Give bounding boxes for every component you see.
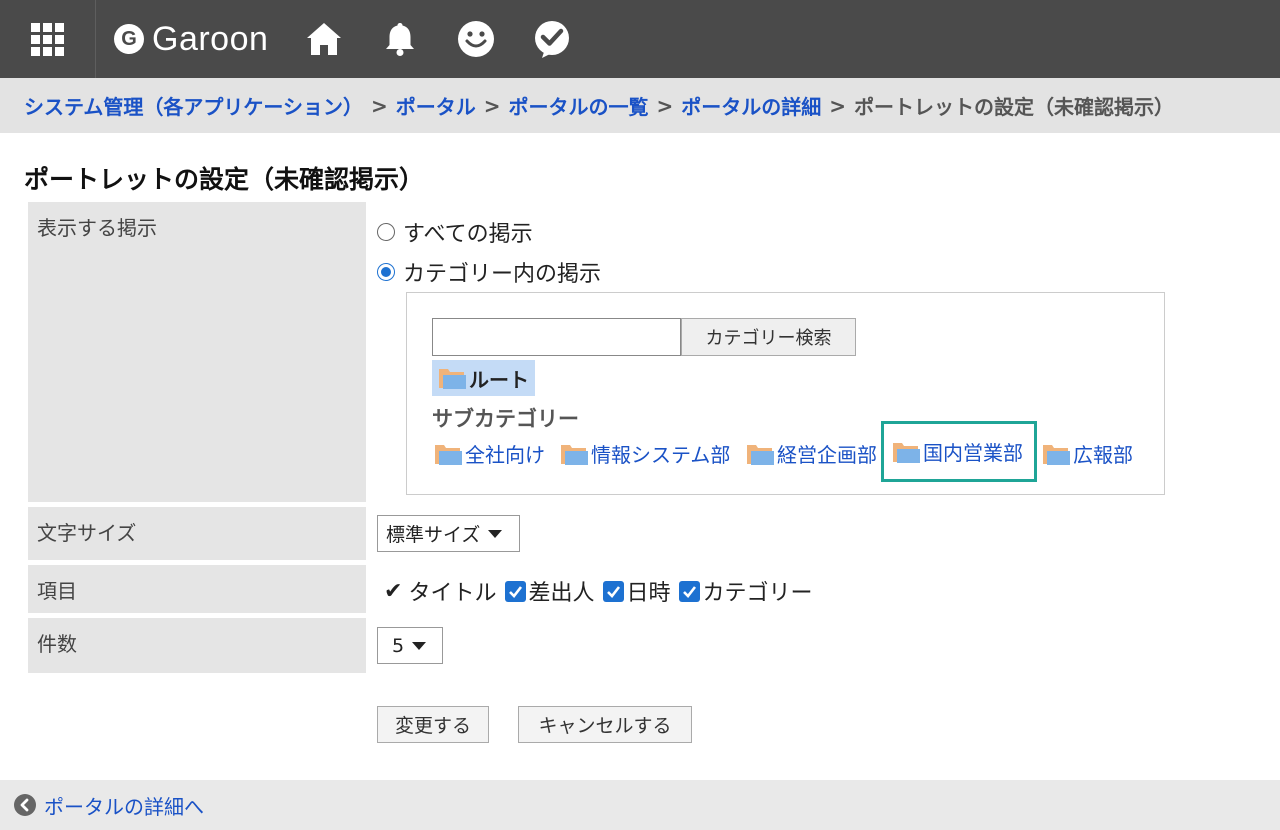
submit-button[interactable]: 変更する xyxy=(377,706,489,743)
app-menu-button[interactable] xyxy=(0,0,96,78)
folder-icon xyxy=(1043,444,1070,465)
folder-icon xyxy=(439,369,466,389)
items-label: 項目 xyxy=(28,565,366,613)
subcategory-label: 広報部 xyxy=(1073,443,1133,467)
footer-bar: ポータルの詳細へ xyxy=(0,780,1280,830)
radio-all-posts-label: すべての掲示 xyxy=(403,222,533,247)
count-value: 5 xyxy=(392,634,405,657)
back-to-portal-detail-link[interactable]: ポータルの詳細へ xyxy=(44,791,204,820)
category-search-input[interactable] xyxy=(432,318,681,356)
breadcrumb-current: ポートレットの設定（未確認掲示） xyxy=(854,95,1175,119)
folder-icon xyxy=(893,442,920,463)
subcategory-label: 情報システム部 xyxy=(591,443,731,467)
smiley-icon[interactable] xyxy=(456,19,496,59)
breadcrumb-system-admin[interactable]: システム管理（各アプリケーション） xyxy=(24,91,363,120)
checkbox-datetime[interactable] xyxy=(603,580,625,602)
logo-text: Garoon xyxy=(152,19,269,58)
font-size-select[interactable]: 標準サイズ xyxy=(377,515,520,552)
count-select[interactable]: 5 xyxy=(377,627,443,664)
breadcrumb-separator: > xyxy=(656,93,674,118)
garoon-logo[interactable]: G Garoon xyxy=(114,20,268,59)
chevron-down-icon xyxy=(488,529,503,538)
font-size-value: 標準サイズ xyxy=(386,524,481,546)
subcategory-label: 全社向け xyxy=(465,443,545,467)
count-label: 件数 xyxy=(28,618,366,673)
fixed-item-title: タイトル xyxy=(408,581,497,606)
subcategory-item[interactable]: 全社向け xyxy=(434,439,545,468)
subcategory-item-highlighted[interactable]: 国内営業部 xyxy=(881,421,1037,482)
breadcrumb-portal-detail[interactable]: ポータルの詳細 xyxy=(681,91,821,120)
app-menu-icon xyxy=(31,22,64,56)
subcategory-item[interactable]: 経営企画部 xyxy=(746,439,877,468)
checkbox-sender-label: 差出人 xyxy=(528,581,595,606)
radio-all-posts-circle[interactable] xyxy=(377,223,395,241)
radio-category-posts-label: カテゴリー内の掲示 xyxy=(403,262,602,287)
folder-icon xyxy=(561,444,588,465)
breadcrumb-portal-list[interactable]: ポータルの一覧 xyxy=(509,91,649,120)
checkbox-sender[interactable] xyxy=(505,580,527,602)
subcategory-title: サブカテゴリー xyxy=(432,407,579,431)
breadcrumb-separator: > xyxy=(483,93,501,118)
radio-all-posts[interactable]: すべての掲示 xyxy=(377,216,533,248)
breadcrumb-portal[interactable]: ポータル xyxy=(396,91,476,120)
check-bubble-icon[interactable] xyxy=(532,19,572,59)
breadcrumb-separator: > xyxy=(371,93,388,118)
breadcrumb-separator: > xyxy=(829,93,847,118)
top-bar: G Garoon xyxy=(0,0,1280,78)
checkbox-category[interactable] xyxy=(679,580,701,602)
root-category-label: ルート xyxy=(469,367,529,392)
page-title: ポートレットの設定（未確認掲示） xyxy=(24,165,425,194)
radio-category-posts[interactable]: カテゴリー内の掲示 xyxy=(377,256,601,288)
font-size-label: 文字サイズ xyxy=(28,507,366,560)
checkbox-datetime-label: 日時 xyxy=(626,581,671,606)
subcategory-label: 経営企画部 xyxy=(777,443,877,467)
root-category[interactable]: ルート xyxy=(432,360,535,396)
display-label: 表示する掲示 xyxy=(28,202,366,502)
bell-icon[interactable] xyxy=(380,19,420,59)
back-arrow-icon[interactable] xyxy=(14,794,36,816)
folder-icon xyxy=(747,444,774,465)
chevron-down-icon xyxy=(412,641,427,650)
subcategory-label: 国内営業部 xyxy=(923,441,1023,465)
check-mark-icon: ✔ xyxy=(384,578,403,604)
subcategory-item[interactable]: 情報システム部 xyxy=(560,439,730,468)
breadcrumb: システム管理（各アプリケーション） > ポータル > ポータルの一覧 > ポータ… xyxy=(0,78,1280,133)
category-selector: カテゴリー検索 ルート サブカテゴリー 全社向け 情報システム部 経営企画部 国… xyxy=(406,292,1165,495)
category-search-button[interactable]: カテゴリー検索 xyxy=(681,318,856,356)
radio-category-posts-circle[interactable] xyxy=(377,263,395,281)
cancel-button[interactable]: キャンセルする xyxy=(518,706,692,743)
home-icon[interactable] xyxy=(304,19,344,59)
subcategory-item[interactable]: 広報部 xyxy=(1042,439,1133,468)
checkbox-category-label: カテゴリー xyxy=(702,581,813,606)
folder-icon xyxy=(435,444,462,465)
logo-letter: G xyxy=(114,24,144,54)
items-checkboxes: ✔ タイトル 差出人 日時 カテゴリー xyxy=(384,575,813,607)
